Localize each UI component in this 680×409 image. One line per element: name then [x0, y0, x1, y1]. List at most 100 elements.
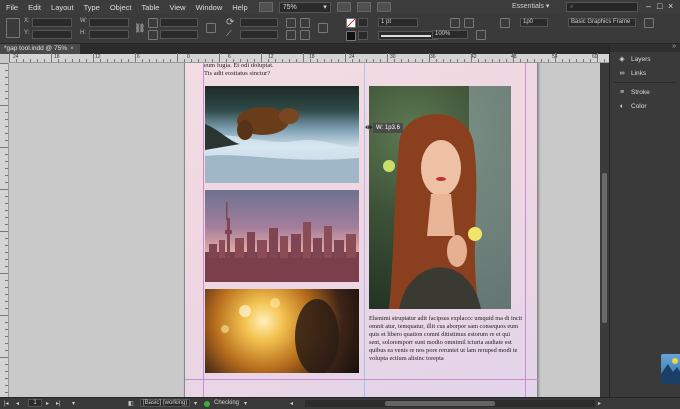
dock-header[interactable]: »	[610, 43, 680, 52]
gap-field[interactable]: 1p0	[520, 18, 548, 27]
scroll-left-icon[interactable]: ◂	[290, 400, 293, 407]
menu-edit[interactable]: Edit	[23, 3, 46, 12]
close-icon[interactable]: ×	[668, 1, 673, 11]
preflight-status[interactable]: Checking	[214, 400, 239, 406]
arrange-documents-button[interactable]	[376, 2, 391, 12]
bridge-button[interactable]	[258, 2, 273, 12]
flip-vertical-icon[interactable]	[300, 30, 310, 40]
page-options-icon[interactable]: ▾	[72, 400, 75, 407]
ruler-tick	[163, 59, 164, 62]
menu-table[interactable]: Table	[137, 3, 165, 12]
ruler-tick	[317, 59, 318, 62]
menu-help[interactable]: Help	[227, 3, 252, 12]
tab-document[interactable]: *gap tool.indd @ 75% ×	[0, 44, 80, 54]
drop-shadow-icon[interactable]	[464, 18, 474, 28]
master-chevron-down-icon[interactable]: ▾	[194, 400, 197, 407]
ruler-tick	[100, 59, 101, 62]
panel-color[interactable]: ◐ Color	[610, 99, 680, 113]
ruler-origin[interactable]	[0, 54, 9, 63]
stroke-dropdown[interactable]	[358, 31, 368, 40]
horizontal-scrollbar[interactable]	[305, 400, 595, 407]
minimize-icon[interactable]: –	[646, 1, 651, 11]
panel-layers[interactable]: ◈ Layers	[610, 52, 680, 66]
menu-view[interactable]: View	[164, 3, 190, 12]
scale-x-field[interactable]	[160, 18, 198, 27]
screen-mode-button[interactable]	[356, 2, 371, 12]
reference-point-icon[interactable]	[6, 18, 20, 38]
menu-type[interactable]: Type	[79, 3, 105, 12]
tab-document-title: *gap tool.indd @ 75%	[4, 45, 67, 52]
rotate-field[interactable]	[240, 18, 278, 27]
rotate-90-cw-icon[interactable]	[286, 18, 296, 28]
corner-options-icon[interactable]	[476, 30, 486, 40]
scale-y-field[interactable]	[160, 30, 198, 39]
workspace-switcher[interactable]: Essentials ▾	[512, 2, 549, 10]
fill-swatch[interactable]	[346, 18, 356, 28]
vertical-scroll-thumb[interactable]	[602, 173, 607, 323]
panel-stroke[interactable]: ≡ Stroke	[610, 85, 680, 99]
horizontal-ruler[interactable]: 24 18 12 6 0 6 12 18 24 30 36 42 48 54 6…	[9, 53, 609, 63]
master-select[interactable]: [Basic] (working)	[140, 399, 190, 407]
zoom-level-select[interactable]: 75% ▾	[278, 1, 331, 13]
vertical-scrollbar[interactable]	[600, 63, 609, 397]
menu-file[interactable]: File	[0, 3, 23, 12]
collapse-icon[interactable]: »	[672, 43, 676, 50]
image-frame-street[interactable]	[205, 289, 359, 373]
help-search-input[interactable]: ⌕	[566, 2, 638, 12]
vertical-ruler[interactable]	[0, 63, 9, 397]
flip-horizontal-icon[interactable]	[286, 30, 296, 40]
x-field[interactable]	[32, 18, 72, 27]
scroll-right-icon[interactable]: ▸	[598, 400, 601, 407]
height-field[interactable]	[89, 30, 129, 39]
ruler-label: 6	[137, 54, 140, 60]
opacity-field[interactable]: 100%	[432, 30, 468, 39]
text-frame-top[interactable]: eum fugia. Et odi doluptat. Tis adit eos…	[204, 63, 274, 78]
ruler-tick	[205, 59, 206, 62]
panel-links[interactable]: ∞ Links	[610, 66, 680, 80]
width-field[interactable]	[89, 18, 129, 27]
image-frame-bear[interactable]	[205, 86, 359, 183]
page-number-field[interactable]: 1	[28, 399, 42, 407]
opacity-value: 100%	[435, 31, 451, 37]
image-frame-woman[interactable]	[369, 86, 511, 309]
tab-close-icon[interactable]: ×	[70, 45, 74, 52]
fitting-icon[interactable]	[500, 18, 510, 28]
object-style-select[interactable]: Basic Graphics Frame	[568, 18, 636, 27]
panel-menu-icon[interactable]	[644, 18, 654, 28]
pasteboard[interactable]: eum fugia. Et odi doluptat. Tis adit eos…	[9, 63, 600, 397]
menu-layout[interactable]: Layout	[46, 3, 79, 12]
master-value: [Basic] (working)	[143, 400, 188, 406]
menu-window[interactable]: Window	[191, 3, 228, 12]
chevron-down-icon: ▾	[323, 4, 327, 11]
ruler-tick	[415, 59, 416, 62]
rotate-90-ccw-icon[interactable]	[300, 18, 310, 28]
image-frame-city[interactable]	[205, 190, 359, 282]
last-page-icon[interactable]: ▸|	[56, 400, 61, 407]
select-container-icon[interactable]	[318, 23, 328, 33]
maximize-icon[interactable]: □	[657, 1, 662, 11]
ruler-tick	[520, 59, 521, 62]
effects-icon[interactable]	[450, 18, 460, 28]
ruler-tick	[0, 63, 8, 64]
next-page-icon[interactable]: ▸	[46, 400, 49, 407]
first-page-icon[interactable]: |◂	[4, 400, 9, 407]
stroke-weight-field[interactable]: 1 pt	[378, 18, 418, 27]
constrain-link-icon[interactable]: ⛓	[134, 23, 145, 34]
shear-field[interactable]	[240, 30, 278, 39]
ruler-tick	[0, 357, 8, 358]
y-field[interactable]	[32, 30, 72, 39]
menu-object[interactable]: Object	[105, 3, 137, 12]
view-options-button[interactable]	[336, 2, 351, 12]
fill-dropdown[interactable]	[358, 18, 368, 27]
horizontal-scroll-thumb[interactable]	[385, 401, 495, 406]
preflight-menu-icon[interactable]: ▾	[244, 400, 247, 407]
ruler-tick	[212, 59, 213, 62]
x-label: X:	[24, 18, 30, 24]
document-page[interactable]: eum fugia. Et odi doluptat. Tis adit eos…	[184, 63, 539, 397]
text-frame-body[interactable]: Ehenimi struptatur adit facipsus explacc…	[369, 315, 523, 362]
stroke-swatch[interactable]	[346, 31, 356, 41]
ruler-tick	[5, 154, 8, 155]
proportion-icon[interactable]	[206, 23, 216, 33]
prev-page-icon[interactable]: ◂	[16, 400, 19, 407]
open-page-icon[interactable]: ◧	[128, 400, 134, 407]
